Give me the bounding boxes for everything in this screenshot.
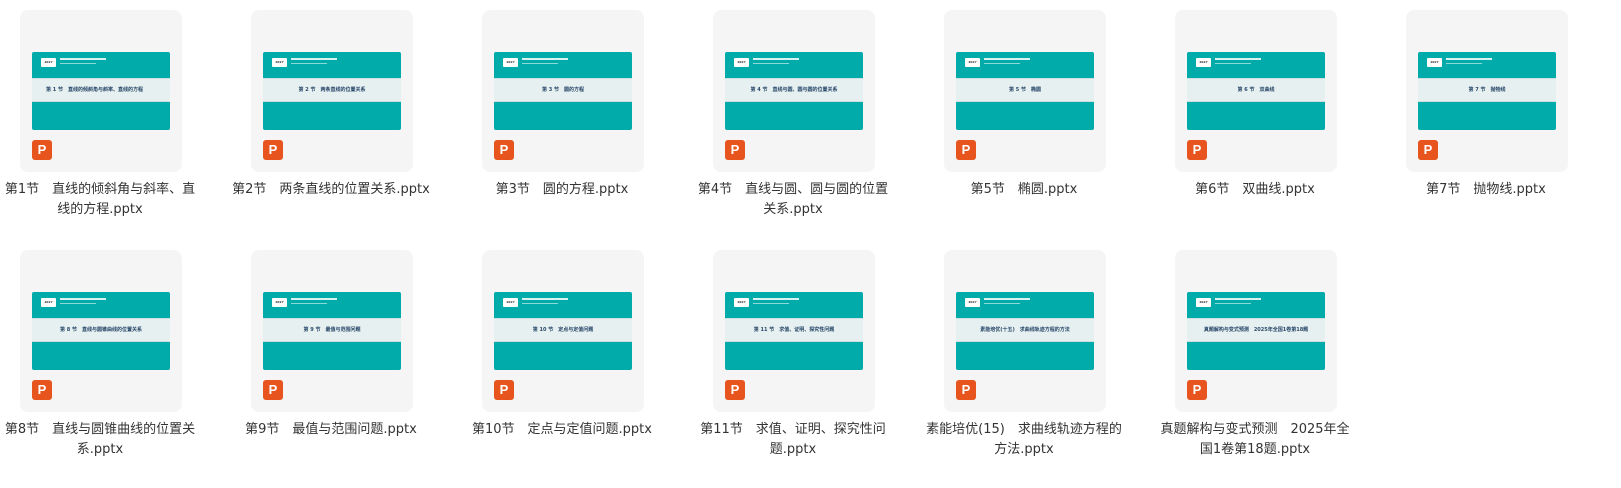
pptx-icon: P	[494, 380, 514, 400]
file-thumbnail[interactable]: 2027 第 11 节 求值、证明、探究性问题 P	[713, 250, 875, 412]
pptx-icon: P	[263, 140, 283, 160]
file-thumbnail[interactable]: 2027 第 5 节 椭圆 P	[944, 10, 1106, 172]
pptx-icon: P	[956, 380, 976, 400]
file-name[interactable]: 真题解构与变式预测 2025年全国1卷第18题.pptx	[1155, 420, 1355, 460]
file-item[interactable]: 2027 第 1 节 直线的倾斜角与斜率、直线的方程 P 第1节 直线的倾斜角与…	[0, 10, 200, 238]
file-thumbnail[interactable]: 2027 第 7 节 抛物线 P	[1406, 10, 1568, 172]
file-name[interactable]: 第1节 直线的倾斜角与斜率、直线的方程.pptx	[0, 180, 200, 220]
slide-preview: 2027 第 8 节 直线与圆锥曲线的位置关系	[32, 292, 170, 370]
pptx-icon: P	[32, 380, 52, 400]
pptx-icon: P	[32, 140, 52, 160]
slide-logo: 2027	[272, 298, 287, 307]
file-name[interactable]: 第5节 椭圆.pptx	[924, 180, 1124, 200]
pptx-icon: P	[494, 140, 514, 160]
slide-logo: 2027	[41, 58, 56, 67]
slide-logo: 2027	[503, 58, 518, 67]
slide-logo: 2027	[1427, 58, 1442, 67]
slide-preview: 2027 第 6 节 双曲线	[1187, 52, 1325, 130]
slide-preview: 2027 第 10 节 定点与定值问题	[494, 292, 632, 370]
file-name[interactable]: 素能培优(15) 求曲线轨迹方程的方法.pptx	[924, 420, 1124, 460]
file-thumbnail[interactable]: 2027 第 9 节 最值与范围问题 P	[251, 250, 413, 412]
slide-preview: 2027 第 3 节 圆的方程	[494, 52, 632, 130]
file-name[interactable]: 第3节 圆的方程.pptx	[462, 180, 662, 200]
slide-preview: 2027 素能培优(十五) 求曲线轨迹方程的方法	[956, 292, 1094, 370]
slide-logo: 2027	[272, 58, 287, 67]
file-name[interactable]: 第2节 两条直线的位置关系.pptx	[231, 180, 431, 200]
file-item[interactable]: 2027 第 9 节 最值与范围问题 P 第9节 最值与范围问题.pptx	[231, 250, 431, 478]
slide-preview: 2027 真题解构与变式预测 2025年全国1卷第18题	[1187, 292, 1325, 370]
file-name[interactable]: 第10节 定点与定值问题.pptx	[462, 420, 662, 440]
file-name[interactable]: 第6节 双曲线.pptx	[1155, 180, 1355, 200]
file-item[interactable]: 2027 真题解构与变式预测 2025年全国1卷第18题 P 真题解构与变式预测…	[1155, 250, 1355, 478]
slide-title: 第 3 节 圆的方程	[494, 78, 632, 102]
file-name[interactable]: 第7节 抛物线.pptx	[1386, 180, 1586, 200]
slide-title: 第 2 节 两条直线的位置关系	[263, 78, 401, 102]
pptx-icon: P	[956, 140, 976, 160]
file-item[interactable]: 2027 第 10 节 定点与定值问题 P 第10节 定点与定值问题.pptx	[462, 250, 662, 478]
slide-title: 第 1 节 直线的倾斜角与斜率、直线的方程	[32, 78, 170, 102]
slide-title: 第 11 节 求值、证明、探究性问题	[725, 318, 863, 342]
slide-title: 第 7 节 抛物线	[1418, 78, 1556, 102]
slide-title: 第 5 节 椭圆	[956, 78, 1094, 102]
slide-preview: 2027 第 5 节 椭圆	[956, 52, 1094, 130]
slide-logo: 2027	[965, 58, 980, 67]
slide-title: 第 4 节 直线与圆、圆与圆的位置关系	[725, 78, 863, 102]
file-name[interactable]: 第11节 求值、证明、探究性问题.pptx	[693, 420, 893, 460]
file-item[interactable]: 2027 第 7 节 抛物线 P 第7节 抛物线.pptx	[1386, 10, 1586, 238]
file-item[interactable]: 2027 第 8 节 直线与圆锥曲线的位置关系 P 第8节 直线与圆锥曲线的位置…	[0, 250, 200, 478]
pptx-icon: P	[1187, 140, 1207, 160]
slide-preview: 2027 第 9 节 最值与范围问题	[263, 292, 401, 370]
slide-preview: 2027 第 7 节 抛物线	[1418, 52, 1556, 130]
file-item[interactable]: 2027 第 11 节 求值、证明、探究性问题 P 第11节 求值、证明、探究性…	[693, 250, 893, 478]
file-thumbnail[interactable]: 2027 第 8 节 直线与圆锥曲线的位置关系 P	[20, 250, 182, 412]
slide-title: 第 10 节 定点与定值问题	[494, 318, 632, 342]
file-thumbnail[interactable]: 2027 第 4 节 直线与圆、圆与圆的位置关系 P	[713, 10, 875, 172]
file-thumbnail[interactable]: 2027 第 6 节 双曲线 P	[1175, 10, 1337, 172]
file-thumbnail[interactable]: 2027 素能培优(十五) 求曲线轨迹方程的方法 P	[944, 250, 1106, 412]
slide-logo: 2027	[41, 298, 56, 307]
file-thumbnail[interactable]: 2027 真题解构与变式预测 2025年全国1卷第18题 P	[1175, 250, 1337, 412]
file-item[interactable]: 2027 第 6 节 双曲线 P 第6节 双曲线.pptx	[1155, 10, 1355, 238]
file-item[interactable]: 2027 第 3 节 圆的方程 P 第3节 圆的方程.pptx	[462, 10, 662, 238]
file-item[interactable]: 2027 素能培优(十五) 求曲线轨迹方程的方法 P 素能培优(15) 求曲线轨…	[924, 250, 1124, 478]
slide-logo: 2027	[1196, 58, 1211, 67]
file-item[interactable]: 2027 第 5 节 椭圆 P 第5节 椭圆.pptx	[924, 10, 1124, 238]
slide-preview: 2027 第 11 节 求值、证明、探究性问题	[725, 292, 863, 370]
pptx-icon: P	[725, 140, 745, 160]
slide-title: 第 6 节 双曲线	[1187, 78, 1325, 102]
file-name[interactable]: 第4节 直线与圆、圆与圆的位置关系.pptx	[693, 180, 893, 220]
slide-title: 真题解构与变式预测 2025年全国1卷第18题	[1187, 318, 1325, 342]
slide-preview: 2027 第 1 节 直线的倾斜角与斜率、直线的方程	[32, 52, 170, 130]
file-thumbnail[interactable]: 2027 第 2 节 两条直线的位置关系 P	[251, 10, 413, 172]
slide-logo: 2027	[1196, 298, 1211, 307]
slide-title: 第 9 节 最值与范围问题	[263, 318, 401, 342]
file-grid: 2027 第 1 节 直线的倾斜角与斜率、直线的方程 P 第1节 直线的倾斜角与…	[0, 0, 1621, 488]
file-thumbnail[interactable]: 2027 第 10 节 定点与定值问题 P	[482, 250, 644, 412]
file-name[interactable]: 第9节 最值与范围问题.pptx	[231, 420, 431, 440]
slide-logo: 2027	[503, 298, 518, 307]
file-thumbnail[interactable]: 2027 第 1 节 直线的倾斜角与斜率、直线的方程 P	[20, 10, 182, 172]
pptx-icon: P	[1418, 140, 1438, 160]
file-name[interactable]: 第8节 直线与圆锥曲线的位置关系.pptx	[0, 420, 200, 460]
file-thumbnail[interactable]: 2027 第 3 节 圆的方程 P	[482, 10, 644, 172]
slide-title: 第 8 节 直线与圆锥曲线的位置关系	[32, 318, 170, 342]
slide-logo: 2027	[734, 58, 749, 67]
pptx-icon: P	[263, 380, 283, 400]
slide-preview: 2027 第 4 节 直线与圆、圆与圆的位置关系	[725, 52, 863, 130]
file-item[interactable]: 2027 第 2 节 两条直线的位置关系 P 第2节 两条直线的位置关系.ppt…	[231, 10, 431, 238]
slide-logo: 2027	[965, 298, 980, 307]
slide-title: 素能培优(十五) 求曲线轨迹方程的方法	[956, 318, 1094, 342]
file-item[interactable]: 2027 第 4 节 直线与圆、圆与圆的位置关系 P 第4节 直线与圆、圆与圆的…	[693, 10, 893, 238]
slide-logo: 2027	[734, 298, 749, 307]
pptx-icon: P	[1187, 380, 1207, 400]
pptx-icon: P	[725, 380, 745, 400]
slide-preview: 2027 第 2 节 两条直线的位置关系	[263, 52, 401, 130]
